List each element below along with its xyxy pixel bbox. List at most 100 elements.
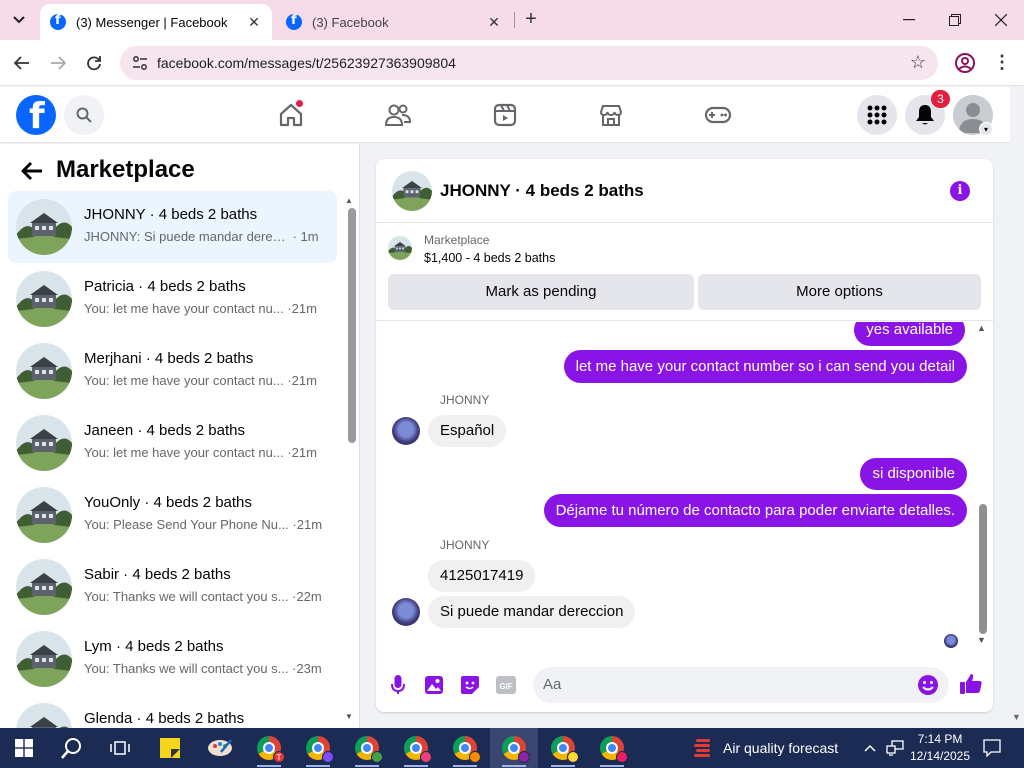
search-icon[interactable] bbox=[48, 728, 96, 768]
scroll-up-arrow-icon[interactable]: ▲ bbox=[977, 323, 986, 333]
tab-messenger[interactable]: (3) Messenger | Facebook ✕ bbox=[40, 4, 272, 40]
back-icon[interactable] bbox=[8, 49, 36, 77]
conversation-name: YouOnly · 4 beds 2 baths bbox=[84, 494, 252, 511]
windows-taskbar: T Air quality forecast 7:14 PM 12/14/202… bbox=[0, 728, 1024, 768]
chrome-profile-2-icon[interactable] bbox=[294, 728, 342, 768]
friends-icon[interactable] bbox=[382, 99, 414, 131]
home-icon[interactable] bbox=[275, 99, 307, 131]
listing-price-title[interactable]: $1,400 - 4 beds 2 baths bbox=[424, 251, 555, 265]
browser-toolbar: facebook.com/messages/t/2562392736390980… bbox=[0, 40, 1024, 86]
more-options-button[interactable]: More options bbox=[698, 274, 981, 310]
thumbs-up-icon[interactable] bbox=[959, 672, 983, 696]
weather-text: Air quality forecast bbox=[723, 740, 839, 756]
chrome-profile-1-icon[interactable]: T bbox=[245, 728, 293, 768]
tab-close-icon[interactable]: ✕ bbox=[246, 14, 262, 31]
conversation-item[interactable]: YouOnly · 4 beds 2 baths You: Please Send… bbox=[8, 479, 337, 551]
bookmark-star-icon[interactable]: ☆ bbox=[910, 52, 926, 73]
page-scroll-down-arrow-icon[interactable]: ▼ bbox=[1012, 712, 1021, 722]
restore-icon[interactable] bbox=[932, 0, 978, 40]
chrome-profile-6-icon[interactable] bbox=[490, 728, 538, 768]
conversation-name: JHONNY · 4 beds 2 baths bbox=[84, 206, 258, 223]
message-composer: GIF Aa bbox=[376, 662, 993, 712]
facebook-logo-icon[interactable]: f bbox=[16, 95, 56, 137]
scroll-down-arrow-icon[interactable]: ▼ bbox=[345, 712, 353, 721]
conversation-item[interactable]: Merjhani · 4 beds 2 baths You: let me hav… bbox=[8, 335, 337, 407]
photo-attach-icon[interactable] bbox=[423, 674, 445, 696]
scroll-up-arrow-icon[interactable]: ▲ bbox=[345, 196, 353, 205]
back-arrow-icon[interactable] bbox=[20, 159, 44, 183]
conversation-item[interactable]: Glenda · 4 beds 2 baths bbox=[8, 695, 337, 728]
message-bubble-outgoing[interactable]: yes available bbox=[854, 322, 965, 346]
sender-name: JHONNY bbox=[440, 393, 490, 407]
chrome-profile-5-icon[interactable] bbox=[441, 728, 489, 768]
mark-as-pending-button[interactable]: Mark as pending bbox=[388, 274, 694, 310]
info-icon[interactable]: i bbox=[950, 181, 970, 201]
emoji-icon[interactable] bbox=[917, 674, 939, 696]
tab-facebook[interactable]: (3) Facebook ✕ bbox=[276, 4, 512, 40]
chat-title[interactable]: JHONNY · 4 beds 2 baths bbox=[440, 181, 644, 201]
conversation-item[interactable]: Sabir · 4 beds 2 baths You: Thanks we wil… bbox=[8, 551, 337, 623]
system-clock[interactable]: 7:14 PM 12/14/2025 bbox=[908, 731, 972, 765]
voice-clip-icon[interactable] bbox=[387, 674, 409, 696]
message-bubble-incoming[interactable]: Si puede mandar dereccion bbox=[428, 596, 636, 628]
windows-start-icon[interactable] bbox=[0, 728, 48, 768]
task-view-icon[interactable] bbox=[96, 728, 144, 768]
marketplace-icon[interactable] bbox=[595, 99, 627, 131]
tab-search-chevron-icon[interactable] bbox=[6, 7, 32, 33]
last-message-preview: You: let me have your contact nu... bbox=[84, 445, 284, 460]
conversation-preview: JHONNY: Si puede mandar derecc... · 1m bbox=[84, 229, 319, 244]
message-thread-scrollbar[interactable] bbox=[979, 504, 987, 634]
sticker-icon[interactable] bbox=[459, 674, 481, 696]
message-bubble-outgoing[interactable]: si disponible bbox=[860, 458, 967, 490]
message-bubble-outgoing[interactable]: Déjame tu número de contacto para poder … bbox=[543, 494, 967, 527]
sticky-notes-icon[interactable] bbox=[146, 728, 194, 768]
conversation-item[interactable]: JHONNY · 4 beds 2 baths JHONNY: Si puede … bbox=[8, 191, 337, 263]
site-settings-icon[interactable] bbox=[132, 55, 148, 71]
message-bubble-incoming[interactable]: Español bbox=[428, 415, 507, 447]
chrome-menu-icon[interactable]: ⋮ bbox=[992, 52, 1012, 74]
menu-grid-icon[interactable] bbox=[857, 95, 897, 135]
video-icon[interactable] bbox=[489, 99, 521, 131]
network-icon[interactable] bbox=[884, 728, 906, 768]
sender-avatar[interactable] bbox=[392, 598, 420, 626]
new-tab-plus-icon[interactable]: + bbox=[520, 8, 542, 32]
action-center-icon[interactable] bbox=[980, 728, 1004, 768]
search-icon[interactable] bbox=[64, 95, 104, 135]
chrome-profile-icon[interactable] bbox=[954, 52, 976, 74]
show-hidden-icons-chevron-icon[interactable] bbox=[860, 728, 880, 768]
address-bar[interactable]: facebook.com/messages/t/2562392736390980… bbox=[120, 46, 938, 80]
account-chevron-icon[interactable]: ▾ bbox=[979, 122, 993, 136]
chrome-profile-4-icon[interactable] bbox=[392, 728, 440, 768]
sender-avatar[interactable] bbox=[392, 417, 420, 445]
message-bubble-outgoing[interactable]: let me have your contact number so i can… bbox=[563, 350, 967, 383]
message-bubble-incoming[interactable]: 4125017419 bbox=[428, 560, 536, 592]
panel-title: Marketplace bbox=[56, 156, 195, 183]
last-message-time: · 1m bbox=[289, 229, 319, 244]
paint-app-icon[interactable] bbox=[196, 728, 244, 768]
gaming-icon[interactable] bbox=[702, 99, 734, 131]
conversation-item[interactable]: Janeen · 4 beds 2 baths You: let me have … bbox=[8, 407, 337, 479]
weather-widget[interactable]: Air quality forecast bbox=[692, 728, 838, 768]
conversation-list-scrollbar[interactable] bbox=[348, 208, 356, 443]
chrome-profile-3-icon[interactable] bbox=[343, 728, 391, 768]
forward-icon[interactable] bbox=[44, 49, 72, 77]
reload-icon[interactable] bbox=[80, 49, 108, 77]
conversation-item[interactable]: Lym · 4 beds 2 baths You: Thanks we will … bbox=[8, 623, 337, 695]
chrome-profile-8-icon[interactable] bbox=[588, 728, 636, 768]
tab-close-icon[interactable]: ✕ bbox=[486, 14, 502, 31]
listing-thumbnail[interactable] bbox=[392, 171, 432, 211]
last-message-time: ·22m bbox=[288, 589, 322, 604]
chat-header: JHONNY · 4 beds 2 baths i bbox=[376, 159, 993, 223]
close-window-icon[interactable] bbox=[978, 0, 1024, 40]
marketplace-conversation-list: Marketplace JHONNY · 4 beds 2 baths JHONN… bbox=[0, 144, 360, 728]
conversation-name: Patricia · 4 beds 2 baths bbox=[84, 278, 246, 295]
scroll-down-arrow-icon[interactable]: ▼ bbox=[977, 635, 986, 645]
message-input[interactable]: Aa bbox=[533, 667, 949, 703]
conversation-item[interactable]: Patricia · 4 beds 2 baths You: let me hav… bbox=[8, 263, 337, 335]
gif-icon[interactable]: GIF bbox=[495, 674, 517, 696]
listing-small-thumbnail[interactable] bbox=[388, 236, 412, 260]
minimize-icon[interactable] bbox=[886, 0, 932, 40]
last-message-time: ·23m bbox=[288, 661, 322, 676]
chrome-profile-7-icon[interactable] bbox=[539, 728, 587, 768]
listing-thumbnail bbox=[16, 703, 72, 728]
